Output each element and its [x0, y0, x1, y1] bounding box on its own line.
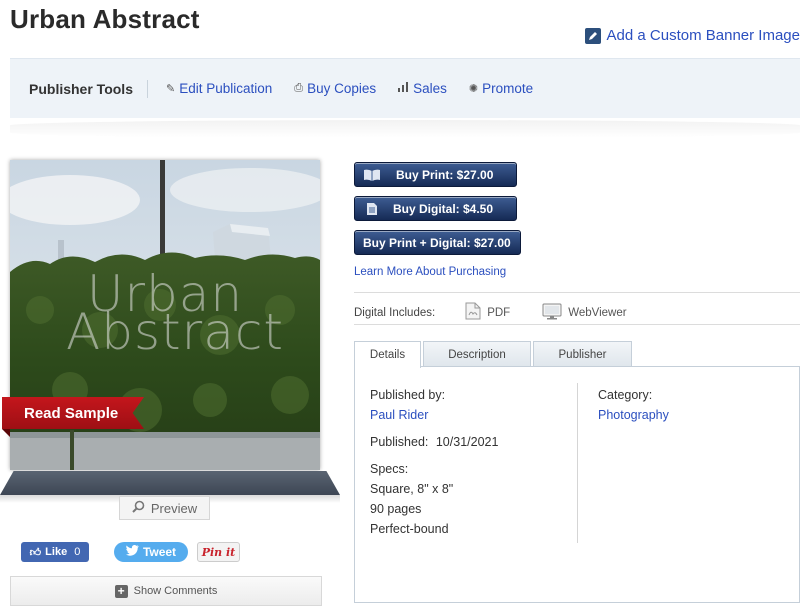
monitor-icon [542, 303, 562, 323]
webviewer-item: WebViewer [542, 303, 627, 323]
details-tabs: Details Description Publisher [354, 341, 634, 368]
digital-includes-label: Digital Includes: [354, 306, 436, 319]
published-date: 10/31/2021 [435, 435, 499, 449]
digital-includes: Digital Includes: PDF WebViewer [354, 302, 627, 323]
like-label: Like [45, 546, 68, 558]
publisher-link[interactable]: Paul Rider [370, 405, 498, 425]
pinterest-button[interactable]: Pin it [197, 542, 240, 562]
spec-binding: Perfect-bound [370, 522, 449, 536]
specs-label: Specs: [370, 462, 409, 476]
twitter-bird-icon [125, 545, 139, 559]
category-link[interactable]: Photography [598, 405, 669, 425]
open-book-icon [361, 169, 383, 181]
promote-link[interactable]: ✺ Promote [469, 81, 533, 96]
details-panel: Published by: Paul Rider Published: 10/3… [354, 366, 800, 603]
like-count: 0 [74, 546, 81, 558]
document-icon [361, 202, 383, 215]
show-comments-label: Show Comments [133, 585, 218, 597]
publisher-tools-label: Publisher Tools [29, 79, 148, 98]
pdf-label: PDF [487, 306, 511, 319]
learn-more-link[interactable]: Learn More About Purchasing [354, 266, 506, 278]
buy-print-label: Buy Print: $27.00 [396, 167, 494, 182]
buy-copies-label: Buy Copies [307, 81, 377, 96]
divider [354, 292, 800, 293]
thumbs-up-icon: 👍︎ [29, 546, 42, 559]
buy-print-digital-button[interactable]: Buy Print + Digital: $27.00 [354, 230, 521, 255]
published-by-label: Published by: [370, 388, 446, 402]
read-sample-button[interactable]: Read Sample [2, 397, 144, 429]
divider [354, 324, 800, 325]
spec-pages: 90 pages [370, 502, 422, 516]
tweet-button[interactable]: Tweet [114, 542, 188, 562]
add-banner-link[interactable]: Add a Custom Banner Image [584, 27, 800, 44]
edit-icon [584, 27, 601, 44]
magnifier-icon [132, 500, 145, 516]
plus-icon: + [114, 584, 128, 598]
edit-publication-link[interactable]: ✎ Edit Publication [166, 81, 272, 96]
buy-digital-button[interactable]: Buy Digital: $4.50 [354, 196, 517, 221]
tab-publisher[interactable]: Publisher [533, 341, 632, 367]
page-title: Urban Abstract [10, 4, 200, 34]
published-label: Published: [370, 435, 429, 449]
printer-icon: ⎙ [294, 82, 304, 94]
sales-label: Sales [413, 81, 447, 96]
tab-details[interactable]: Details [354, 341, 421, 368]
promote-label: Promote [482, 81, 534, 96]
pdf-item: PDF [465, 302, 510, 323]
webviewer-label: WebViewer [568, 306, 627, 319]
spec-size: Square, 8" x 8" [370, 482, 454, 496]
show-comments-button[interactable]: + Show Comments [10, 576, 322, 606]
column-divider [577, 383, 578, 543]
asterisk-icon: ✺ [468, 83, 479, 95]
preview-button[interactable]: Preview [119, 496, 210, 520]
tweet-label: Tweet [142, 545, 177, 559]
publisher-tools-bar: Publisher Tools ✎ Edit Publication ⎙ Buy… [10, 58, 800, 118]
buy-print-button[interactable]: Buy Print: $27.00 [354, 162, 517, 187]
details-left-column: Published by: Paul Rider Published: 10/3… [370, 385, 498, 546]
sales-link[interactable]: Sales [398, 81, 447, 96]
add-banner-label: Add a Custom Banner Image [606, 27, 800, 44]
buy-copies-link[interactable]: ⎙ Buy Copies [294, 81, 376, 96]
tab-description[interactable]: Description [423, 341, 531, 367]
toolbar-shadow [10, 120, 800, 138]
read-sample-ribbon-fold [2, 429, 10, 437]
cover-shelf [0, 471, 340, 495]
pdf-icon [465, 302, 481, 323]
category-label: Category: [598, 388, 653, 402]
preview-label: Preview [150, 500, 198, 516]
edit-publication-label: Edit Publication [179, 81, 273, 96]
pencil-icon: ✎ [165, 83, 176, 95]
facebook-like-button[interactable]: 👍︎ Like 0 [21, 542, 89, 562]
bar-chart-icon [398, 82, 409, 95]
details-right-column: Category: Photography [598, 385, 669, 425]
buy-digital-label: Buy Digital: $4.50 [393, 201, 494, 216]
